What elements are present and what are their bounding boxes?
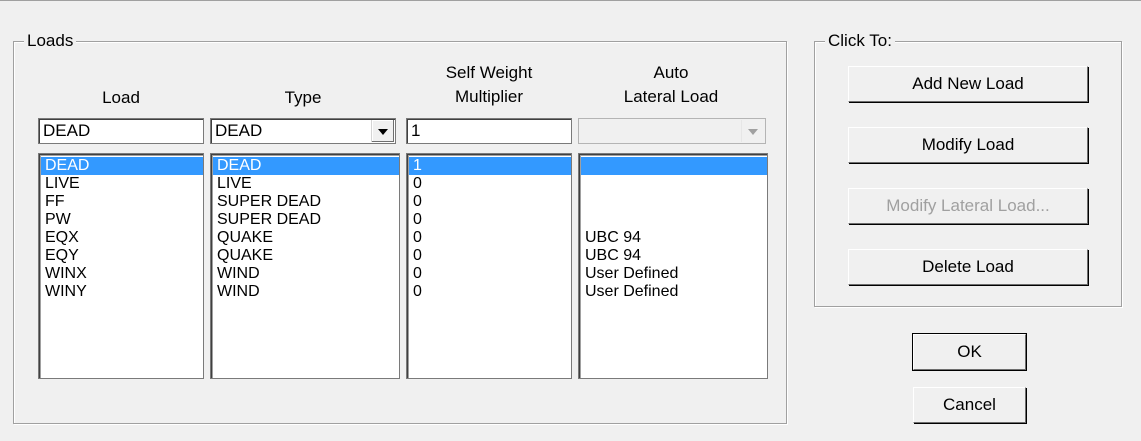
click-to-group-title: Click To: <box>825 31 895 51</box>
load-type-list[interactable]: DEAD LIVE SUPER DEAD SUPER DEAD QUAKE QUAKE WI… <box>210 153 400 379</box>
auto-lateral-item[interactable] <box>581 175 767 193</box>
load-type-item[interactable]: QUAKE <box>213 247 399 265</box>
multiplier-item[interactable]: 0 <box>409 265 571 283</box>
load-type-value: DEAD <box>215 121 263 140</box>
load-name-item[interactable]: EQY <box>41 247 203 265</box>
load-name-item[interactable]: WINY <box>41 283 203 301</box>
load-name-item[interactable]: PW <box>41 211 203 229</box>
ok-button[interactable]: OK <box>912 333 1027 371</box>
delete-load-button[interactable]: Delete Load <box>848 249 1088 285</box>
self-weight-multiplier-input[interactable]: 1 <box>406 118 572 144</box>
dropdown-arrow-icon[interactable] <box>371 120 394 142</box>
auto-lateral-item[interactable]: User Defined <box>581 283 767 301</box>
multiplier-item[interactable]: 0 <box>409 247 571 265</box>
header-auto-lateral-load: Auto Lateral Load <box>623 63 719 106</box>
load-type-item[interactable]: LIVE <box>213 175 399 193</box>
load-name-input[interactable]: DEAD <box>38 118 204 144</box>
load-name-list[interactable]: DEAD LIVE FF PW EQX EQY WINX WINY <box>38 153 204 379</box>
auto-lateral-item[interactable]: UBC 94 <box>581 247 767 265</box>
add-new-load-button[interactable]: Add New Load <box>848 66 1088 102</box>
load-type-combo[interactable]: DEAD <box>210 118 396 144</box>
auto-lateral-item[interactable] <box>581 193 767 211</box>
auto-lateral-load-list[interactable]: UBC 94 UBC 94 User Defined User Defined <box>578 153 768 379</box>
load-name-item[interactable]: EQX <box>41 229 203 247</box>
header-load: Load <box>102 88 140 107</box>
multiplier-item[interactable]: 0 <box>409 283 571 301</box>
auto-lateral-item[interactable] <box>581 157 767 175</box>
dropdown-arrow-icon <box>741 120 764 142</box>
auto-lateral-item[interactable] <box>581 211 767 229</box>
load-type-item[interactable]: WIND <box>213 265 399 283</box>
load-name-item[interactable]: LIVE <box>41 175 203 193</box>
multiplier-item[interactable]: 1 <box>409 157 571 175</box>
multiplier-item[interactable]: 0 <box>409 229 571 247</box>
modify-load-button[interactable]: Modify Load <box>848 127 1088 163</box>
header-self-weight-multiplier: Self Weight Multiplier <box>445 63 533 106</box>
load-type-item[interactable]: WIND <box>213 283 399 301</box>
multiplier-item[interactable]: 0 <box>409 175 571 193</box>
load-type-item[interactable]: SUPER DEAD <box>213 211 399 229</box>
multiplier-item[interactable]: 0 <box>409 211 571 229</box>
load-name-item[interactable]: FF <box>41 193 203 211</box>
load-type-item[interactable]: DEAD <box>213 157 399 175</box>
modify-lateral-load-button[interactable]: Modify Lateral Load... <box>848 188 1088 224</box>
multiplier-item[interactable]: 0 <box>409 193 571 211</box>
load-type-item[interactable]: SUPER DEAD <box>213 193 399 211</box>
load-name-item[interactable]: DEAD <box>41 157 203 175</box>
header-type: Type <box>284 88 322 107</box>
auto-lateral-item[interactable]: UBC 94 <box>581 229 767 247</box>
cancel-button[interactable]: Cancel <box>913 387 1026 423</box>
load-name-item[interactable]: WINX <box>41 265 203 283</box>
top-divider <box>0 0 1141 1</box>
load-type-item[interactable]: QUAKE <box>213 229 399 247</box>
auto-lateral-item[interactable]: User Defined <box>581 265 767 283</box>
self-weight-multiplier-list[interactable]: 10000000 <box>406 153 572 379</box>
auto-lateral-load-combo <box>578 118 766 144</box>
loads-group-title: Loads <box>24 31 77 51</box>
